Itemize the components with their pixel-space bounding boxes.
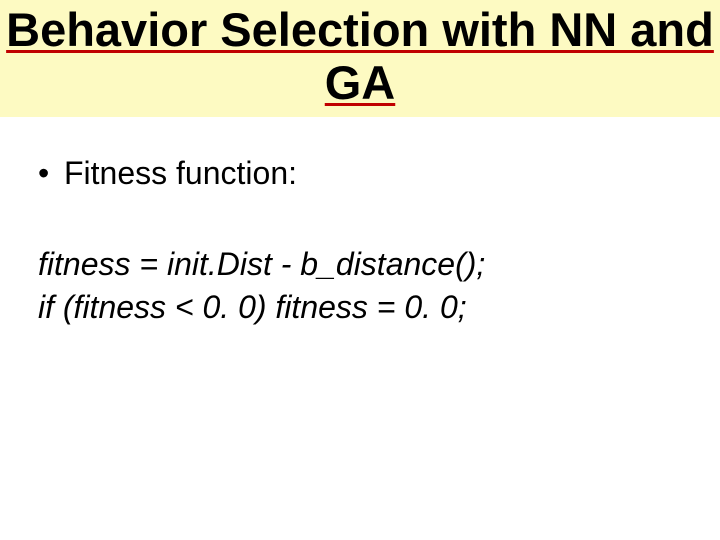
slide-body: Fitness function: fitness = init.Dist - …	[0, 117, 720, 329]
bullet-list: Fitness function:	[34, 153, 686, 193]
code-line: if (fitness < 0. 0) fitness = 0. 0;	[38, 286, 686, 329]
slide: Behavior Selection with NN and GA Fitnes…	[0, 0, 720, 540]
code-line: fitness = init.Dist - b_distance();	[38, 243, 686, 286]
code-block: fitness = init.Dist - b_distance(); if (…	[34, 243, 686, 329]
slide-title: Behavior Selection with NN and GA	[6, 4, 714, 109]
bullet-item: Fitness function:	[34, 153, 686, 193]
title-band: Behavior Selection with NN and GA	[0, 0, 720, 117]
